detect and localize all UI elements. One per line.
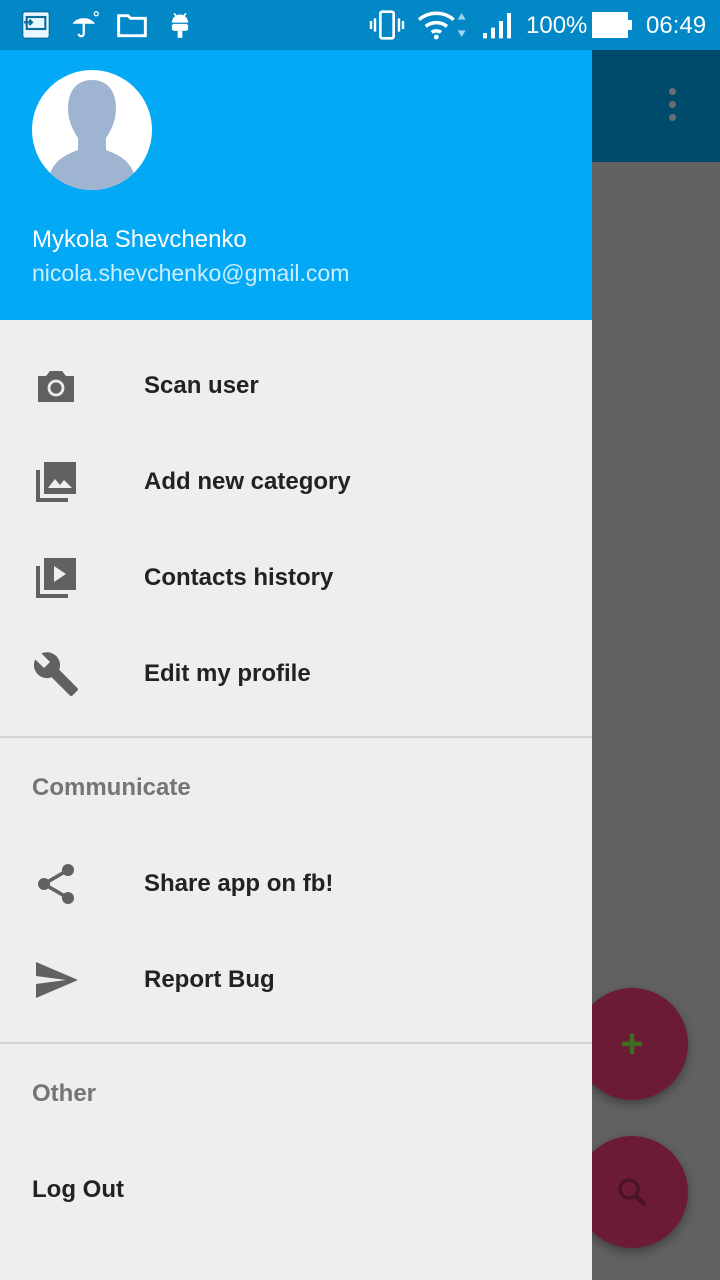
drawer-item-label: Add new category [144, 468, 351, 495]
drawer-item-contacts-history[interactable]: Contacts history [0, 528, 592, 624]
folder-icon [117, 14, 147, 38]
add-fab-button[interactable]: + [576, 988, 688, 1100]
section-title-communicate: Communicate [32, 774, 191, 801]
search-fab-button[interactable] [576, 1136, 688, 1248]
android-icon [171, 12, 189, 38]
wrench-icon [33, 652, 78, 696]
drawer-item-edit-my-profile[interactable]: Edit my profile [0, 624, 592, 720]
drawer-item-add-new-category[interactable]: Add new category [0, 432, 592, 528]
avatar[interactable] [32, 70, 152, 190]
drawer-item-label: Report Bug [144, 966, 275, 993]
person-silhouette-icon [50, 80, 134, 190]
plus-icon: + [620, 1022, 644, 1066]
video-library-icon [36, 558, 76, 598]
drawer-item-label: Share app on fb! [144, 870, 334, 897]
screen-cast-icon [22, 11, 50, 39]
user-email: nicola.shevchenko@gmail.com [32, 260, 350, 286]
umbrella-icon [72, 11, 99, 38]
divider [0, 736, 592, 738]
drawer-item-share-app[interactable]: Share app on fb! [0, 834, 592, 930]
overflow-menu-icon[interactable] [656, 84, 688, 128]
drawer-item-label: Scan user [144, 372, 259, 399]
battery-percentage: 100% [526, 12, 588, 39]
drawer-item-label: Contacts history [144, 564, 334, 591]
photo-library-icon [36, 462, 76, 502]
status-bar: 100% 06:49 [0, 0, 720, 50]
drawer-item-label: Edit my profile [144, 660, 311, 687]
search-icon [618, 1178, 648, 1208]
battery-icon [592, 12, 632, 38]
signal-icon [483, 13, 511, 39]
send-icon [36, 962, 78, 998]
clock: 06:49 [646, 12, 707, 39]
section-title-other: Other [32, 1080, 97, 1107]
share-icon [38, 864, 74, 904]
navigation-drawer: Mykola Shevchenko nicola.shevchenko@gmai… [0, 0, 592, 1280]
user-name: Mykola Shevchenko [32, 226, 247, 253]
vibrate-icon [369, 10, 405, 40]
drawer-item-scan-user[interactable]: Scan user [0, 336, 592, 432]
wifi-icon [417, 11, 466, 40]
drawer-item-report-bug[interactable]: Report Bug [0, 930, 592, 1026]
camera-icon [38, 371, 74, 402]
divider [0, 1042, 592, 1044]
log-out-button[interactable]: Log Out [32, 1176, 124, 1204]
